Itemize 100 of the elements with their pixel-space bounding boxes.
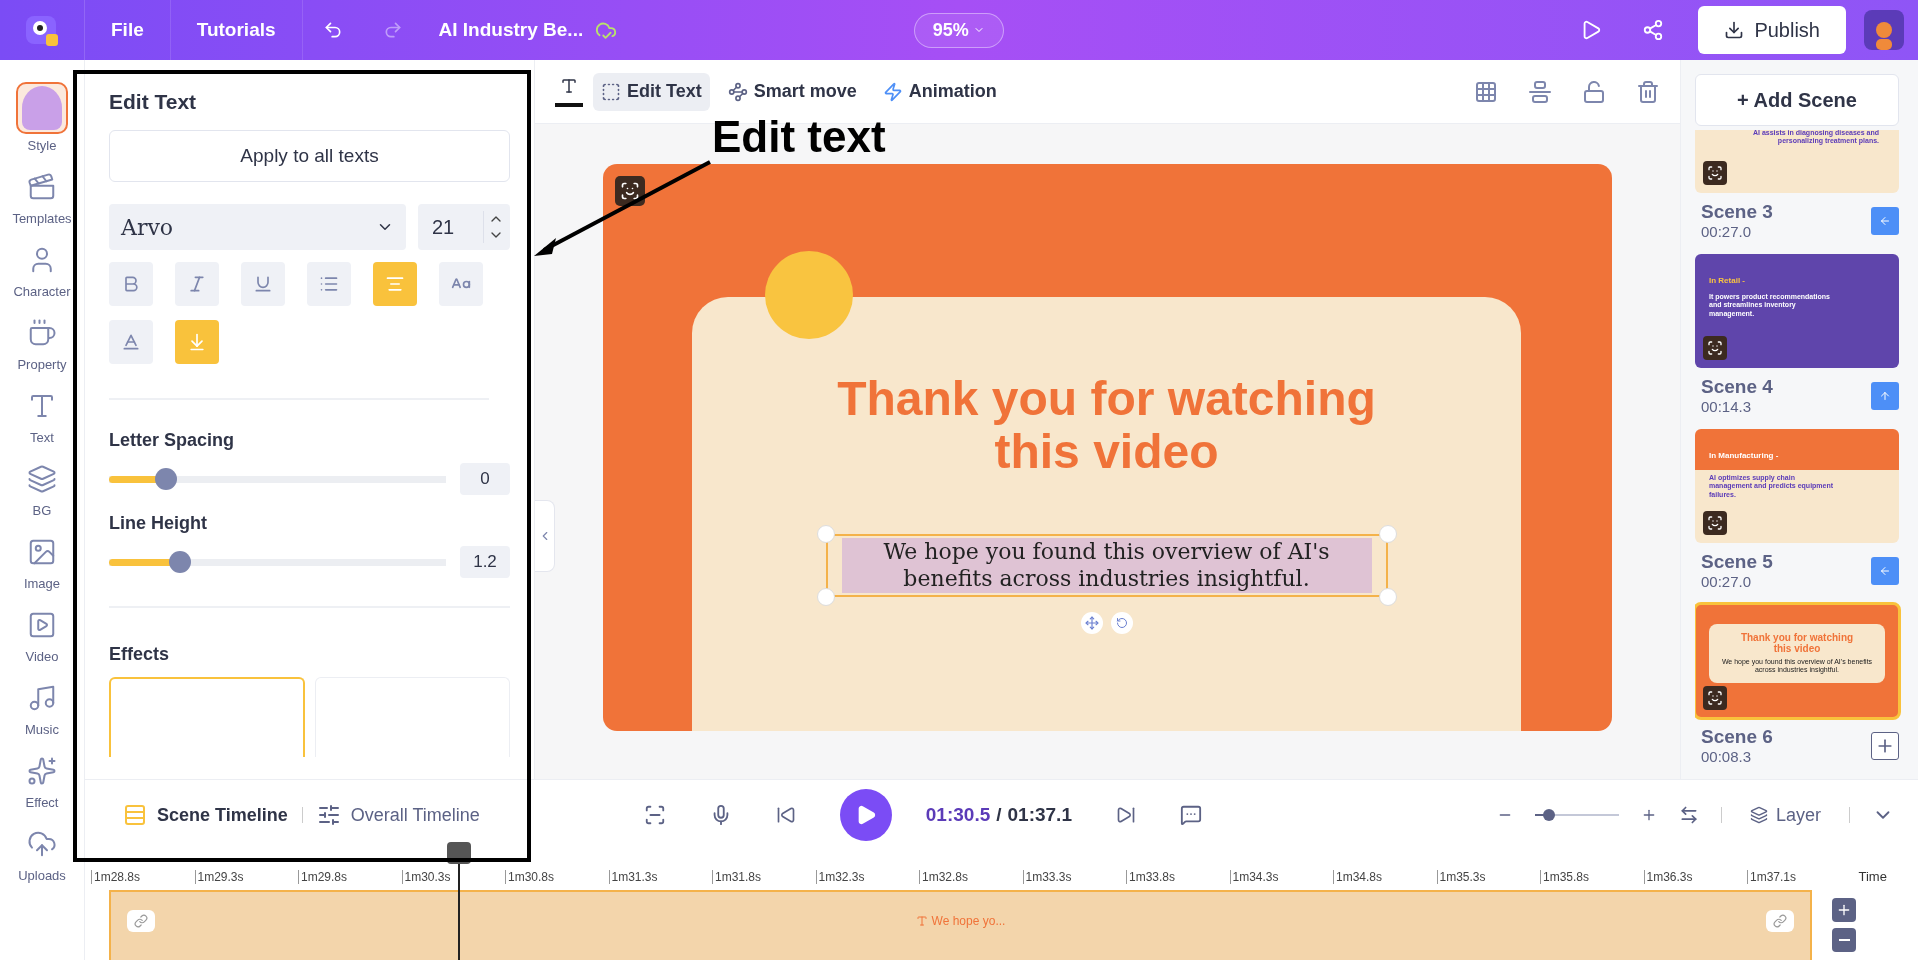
current-time: 01:30.5	[925, 804, 991, 826]
sidebar-item[interactable]: Image	[2, 532, 82, 591]
sliders-icon	[316, 803, 341, 827]
toolbar-tab[interactable]: Edit Text	[593, 72, 710, 111]
sidebar-item[interactable]: Effect	[2, 751, 82, 810]
slider-thumb[interactable]	[168, 551, 191, 573]
link-icon[interactable]	[1766, 910, 1794, 932]
toolbar-tab[interactable]: Smart move	[719, 72, 865, 111]
delete-icon[interactable]	[1636, 79, 1660, 104]
format-button[interactable]	[109, 262, 153, 306]
thumbnail-heading: Thank you for watching this video	[1739, 632, 1855, 654]
arrow-left-icon	[1879, 214, 1891, 227]
zoom-in-button[interactable]	[1832, 898, 1856, 922]
layers-icon	[27, 464, 57, 494]
time-tick: 1m33.8s	[1126, 870, 1230, 884]
layer-button[interactable]: Layer	[1743, 803, 1827, 827]
avatar-icon	[22, 86, 62, 130]
move-icon[interactable]	[1080, 611, 1103, 634]
italic-icon	[187, 274, 207, 294]
add-scene-button[interactable]: + Add Scene	[1695, 74, 1899, 126]
avatar-icon[interactable]	[1864, 10, 1904, 50]
slide-body-text[interactable]: We hope you found this overview of AI's benefits across industries insightful.	[841, 537, 1372, 593]
sidebar-item[interactable]: Property	[2, 313, 82, 372]
apply-all-button[interactable]: Apply to all texts	[109, 130, 510, 182]
arrow-up-icon	[1879, 389, 1891, 402]
time-tick: 1m34.8s	[1333, 870, 1437, 884]
menu-button[interactable]: Tutorials	[170, 0, 303, 60]
undo-icon	[322, 20, 343, 40]
move-button[interactable]	[1871, 556, 1899, 585]
slider-thumb[interactable]	[155, 468, 178, 490]
font-dropdown[interactable]: Arvo	[109, 204, 406, 250]
add-button[interactable]	[1871, 731, 1899, 760]
transparency-icon[interactable]	[1474, 79, 1498, 104]
text-selection-box[interactable]: We hope you found this overview of AI's benefits across industries insightful.	[825, 533, 1388, 597]
align-icon[interactable]	[1528, 79, 1552, 104]
time-tick: 1m31.8s	[712, 870, 816, 884]
time-tick: 1m35.3s	[1436, 870, 1540, 884]
music-icon	[27, 683, 57, 713]
focus-icon[interactable]	[643, 804, 666, 826]
path-icon	[727, 81, 748, 102]
value-field[interactable]: 0	[460, 463, 510, 495]
camera-icon[interactable]	[1703, 511, 1727, 535]
unlock-icon[interactable]	[1582, 79, 1606, 104]
zoom-dropdown[interactable]: 95%	[913, 12, 1004, 48]
publish-button[interactable]: Publish	[1698, 6, 1846, 54]
sidebar-item[interactable]: Music	[2, 678, 82, 737]
time-tick: 1m29.8s	[298, 870, 402, 884]
time-tick: 1m31.3s	[608, 870, 712, 884]
format-button[interactable]	[307, 262, 351, 306]
sidebar-item[interactable]: Text	[2, 386, 82, 445]
resize-handle[interactable]	[1378, 587, 1397, 606]
rotate-icon[interactable]	[1110, 611, 1133, 634]
format-button[interactable]	[241, 262, 285, 306]
move-button[interactable]	[1871, 381, 1899, 410]
time-separator: /	[996, 804, 1002, 826]
arrow-left-icon	[1879, 564, 1891, 577]
sidebar-item[interactable]: BG	[2, 459, 82, 518]
plus-icon	[1836, 902, 1852, 918]
camera-icon[interactable]	[1703, 336, 1727, 360]
sidebar-item[interactable]: Templates	[2, 167, 82, 226]
scene-name: Scene 6	[1701, 726, 1773, 748]
toolbar-tab[interactable]: Animation	[874, 72, 1005, 111]
time-tick: 1m32.8s	[919, 870, 1023, 884]
sidebar-item[interactable]: Style	[2, 82, 82, 153]
scene-duration: 00:27.0	[1701, 573, 1753, 590]
value-field[interactable]: 1.2	[460, 546, 510, 578]
zoom-slider-thumb[interactable]	[1543, 809, 1556, 821]
resize-handle[interactable]	[816, 524, 835, 543]
panel-title: Edit Text	[109, 90, 198, 114]
format-button[interactable]	[175, 262, 219, 306]
skip-back-icon[interactable]	[775, 805, 796, 825]
animation-icon	[882, 81, 903, 102]
timeline-tab[interactable]: Scene Timeline	[109, 803, 302, 827]
link-icon[interactable]	[127, 910, 155, 932]
text-color-button[interactable]	[555, 76, 583, 107]
move-button[interactable]	[1871, 206, 1899, 235]
time-tick: 1m36.3s	[1643, 870, 1747, 884]
play-button[interactable]	[839, 789, 892, 841]
resize-handle[interactable]	[816, 587, 835, 606]
scene-name: Scene 5	[1701, 551, 1773, 573]
sidebar-item[interactable]: Video	[2, 605, 82, 664]
project-title[interactable]: AI Industry Be...	[438, 19, 584, 41]
minus-icon	[1838, 939, 1850, 941]
menu-button[interactable]: File	[85, 0, 171, 60]
format-button[interactable]	[439, 262, 483, 306]
clip-label: We hope yo...	[931, 914, 1006, 928]
scene-duration: 00:08.3	[1701, 748, 1753, 765]
resize-handle[interactable]	[1378, 524, 1397, 543]
zoom-out-button[interactable]	[1832, 928, 1856, 952]
camera-icon[interactable]	[615, 176, 645, 206]
time-tick: 1m35.8s	[1540, 870, 1644, 884]
camera-icon[interactable]	[1703, 161, 1727, 185]
subtitles-icon[interactable]	[1179, 804, 1202, 826]
format-button[interactable]	[109, 320, 153, 364]
font-size-field[interactable]: 21	[418, 204, 510, 250]
timeline-tab[interactable]: Overall Timeline	[302, 803, 494, 827]
camera-icon[interactable]	[1703, 686, 1727, 710]
skip-forward-icon[interactable]	[1115, 805, 1136, 825]
sidebar-item[interactable]: Character	[2, 240, 82, 299]
sidebar-item[interactable]: Uploads	[2, 824, 82, 883]
